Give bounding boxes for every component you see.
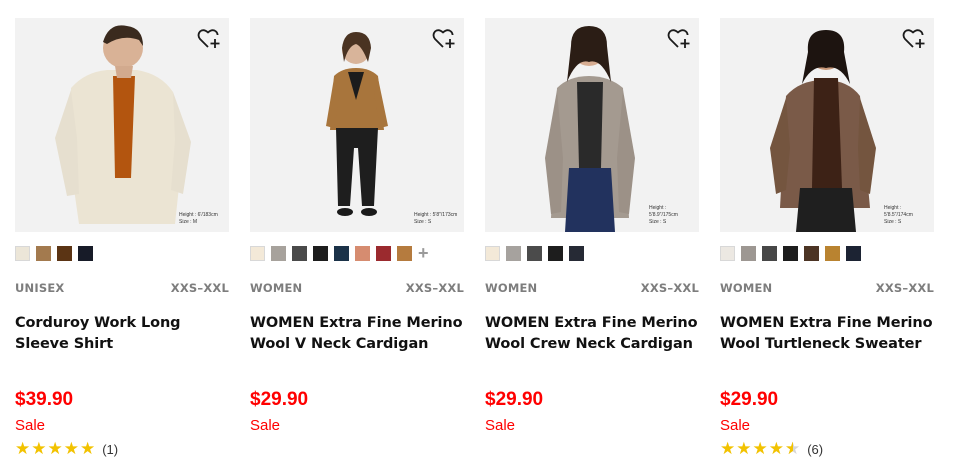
- color-swatch[interactable]: [15, 245, 30, 261]
- color-swatch[interactable]: [741, 245, 756, 261]
- size-range: XXS–XXL: [405, 281, 464, 295]
- product-meta: WOMEN XXS–XXL: [485, 281, 699, 297]
- model-size: Size : S: [884, 219, 902, 225]
- product-meta: UNISEX XXS–XXL: [15, 281, 229, 297]
- color-swatch[interactable]: [506, 245, 521, 261]
- review-count: (6): [807, 441, 824, 457]
- product-price: $29.90: [720, 389, 779, 410]
- more-colors-button[interactable]: +: [418, 244, 429, 262]
- color-swatch[interactable]: [271, 245, 286, 261]
- product-name[interactable]: WOMEN Extra Fine Merino Wool Crew Neck C…: [485, 313, 699, 355]
- heart-plus-icon[interactable]: [196, 26, 222, 52]
- size-range: XXS–XXL: [875, 281, 934, 295]
- model-height: Height : 6'/183cm: [179, 212, 218, 218]
- sale-label: Sale: [485, 417, 516, 434]
- rating[interactable]: ★★★★★ (6): [720, 439, 824, 459]
- color-swatch[interactable]: [548, 245, 563, 261]
- color-swatch[interactable]: [846, 245, 861, 261]
- sale-label: Sale: [250, 417, 281, 434]
- color-swatch[interactable]: [36, 245, 51, 261]
- size-range: XXS–XXL: [170, 281, 229, 295]
- color-swatch[interactable]: [397, 245, 412, 261]
- product-image[interactable]: Height : 6'/183cm Size : M: [15, 18, 229, 232]
- rating[interactable]: ★★★★★ (1): [15, 439, 119, 458]
- product-name[interactable]: Corduroy Work Long Sleeve Shirt: [15, 313, 229, 355]
- color-swatches: [720, 244, 861, 262]
- sale-label: Sale: [15, 417, 46, 434]
- color-swatches: +: [250, 244, 429, 262]
- gender-label: WOMEN: [485, 281, 538, 295]
- color-swatch[interactable]: [355, 245, 370, 261]
- product-image[interactable]: Height : 5'8"/173cm Size : S: [250, 18, 464, 232]
- gender-label: UNISEX: [15, 281, 65, 295]
- rating-stars: ★★★★★: [720, 439, 801, 459]
- heart-plus-icon[interactable]: [666, 26, 692, 52]
- gender-label: WOMEN: [720, 281, 773, 295]
- model-info: Height : 5'8.5"/174cm Size : S: [884, 205, 928, 226]
- model-size: Size : M: [179, 219, 198, 225]
- model-size: Size : S: [649, 219, 667, 225]
- product-price: $39.90: [15, 389, 74, 410]
- color-swatch[interactable]: [720, 245, 735, 261]
- color-swatch[interactable]: [57, 245, 72, 261]
- model-info: Height : 6'/183cm Size : M: [179, 212, 223, 226]
- product-image[interactable]: Height : 5'8.5"/174cm Size : S: [720, 18, 934, 232]
- model-info: Height : 5'8.9"/175cm Size : S: [649, 205, 693, 226]
- product-meta: WOMEN XXS–XXL: [250, 281, 464, 297]
- color-swatch[interactable]: [783, 245, 798, 261]
- sale-label: Sale: [720, 417, 751, 434]
- color-swatch[interactable]: [376, 245, 391, 261]
- model-height: Height : 5'8.9"/175cm: [649, 205, 678, 218]
- model-size: Size : S: [414, 219, 432, 225]
- product-card[interactable]: Height : 5'8.5"/174cm Size : S WOMEN XXS…: [720, 18, 934, 470]
- color-swatch[interactable]: [485, 245, 500, 261]
- color-swatch[interactable]: [334, 245, 349, 261]
- product-name[interactable]: WOMEN Extra Fine Merino Wool V Neck Card…: [250, 313, 464, 355]
- product-card[interactable]: Height : 5'8"/173cm Size : S + WOMEN XXS…: [250, 18, 464, 470]
- heart-plus-icon[interactable]: [431, 26, 457, 52]
- color-swatch[interactable]: [569, 245, 584, 261]
- size-range: XXS–XXL: [640, 281, 699, 295]
- color-swatches: [485, 244, 584, 262]
- model-info: Height : 5'8"/173cm Size : S: [414, 212, 458, 226]
- model-height: Height : 5'8"/173cm: [414, 212, 458, 218]
- product-image[interactable]: Height : 5'8.9"/175cm Size : S: [485, 18, 699, 232]
- product-card[interactable]: Height : 5'8.9"/175cm Size : S WOMEN XXS…: [485, 18, 699, 470]
- color-swatch[interactable]: [804, 245, 819, 261]
- product-meta: WOMEN XXS–XXL: [720, 281, 934, 297]
- product-price: $29.90: [485, 389, 544, 410]
- rating-stars: ★★★★★: [15, 439, 97, 458]
- gender-label: WOMEN: [250, 281, 303, 295]
- color-swatches: [15, 244, 93, 262]
- color-swatch[interactable]: [292, 245, 307, 261]
- product-card[interactable]: Height : 6'/183cm Size : M UNISEX XXS–XX…: [15, 18, 229, 470]
- color-swatch[interactable]: [313, 245, 328, 261]
- color-swatch[interactable]: [825, 245, 840, 261]
- product-name[interactable]: WOMEN Extra Fine Merino Wool Turtleneck …: [720, 313, 934, 355]
- heart-plus-icon[interactable]: [901, 26, 927, 52]
- model-height: Height : 5'8.5"/174cm: [884, 205, 913, 218]
- color-swatch[interactable]: [78, 245, 93, 261]
- color-swatch[interactable]: [250, 245, 265, 261]
- color-swatch[interactable]: [527, 245, 542, 261]
- product-grid: Height : 6'/183cm Size : M UNISEX XXS–XX…: [0, 0, 955, 470]
- product-price: $29.90: [250, 389, 309, 410]
- half-star-icon: ★: [785, 439, 801, 459]
- color-swatch[interactable]: [762, 245, 777, 261]
- review-count: (1): [102, 441, 119, 457]
